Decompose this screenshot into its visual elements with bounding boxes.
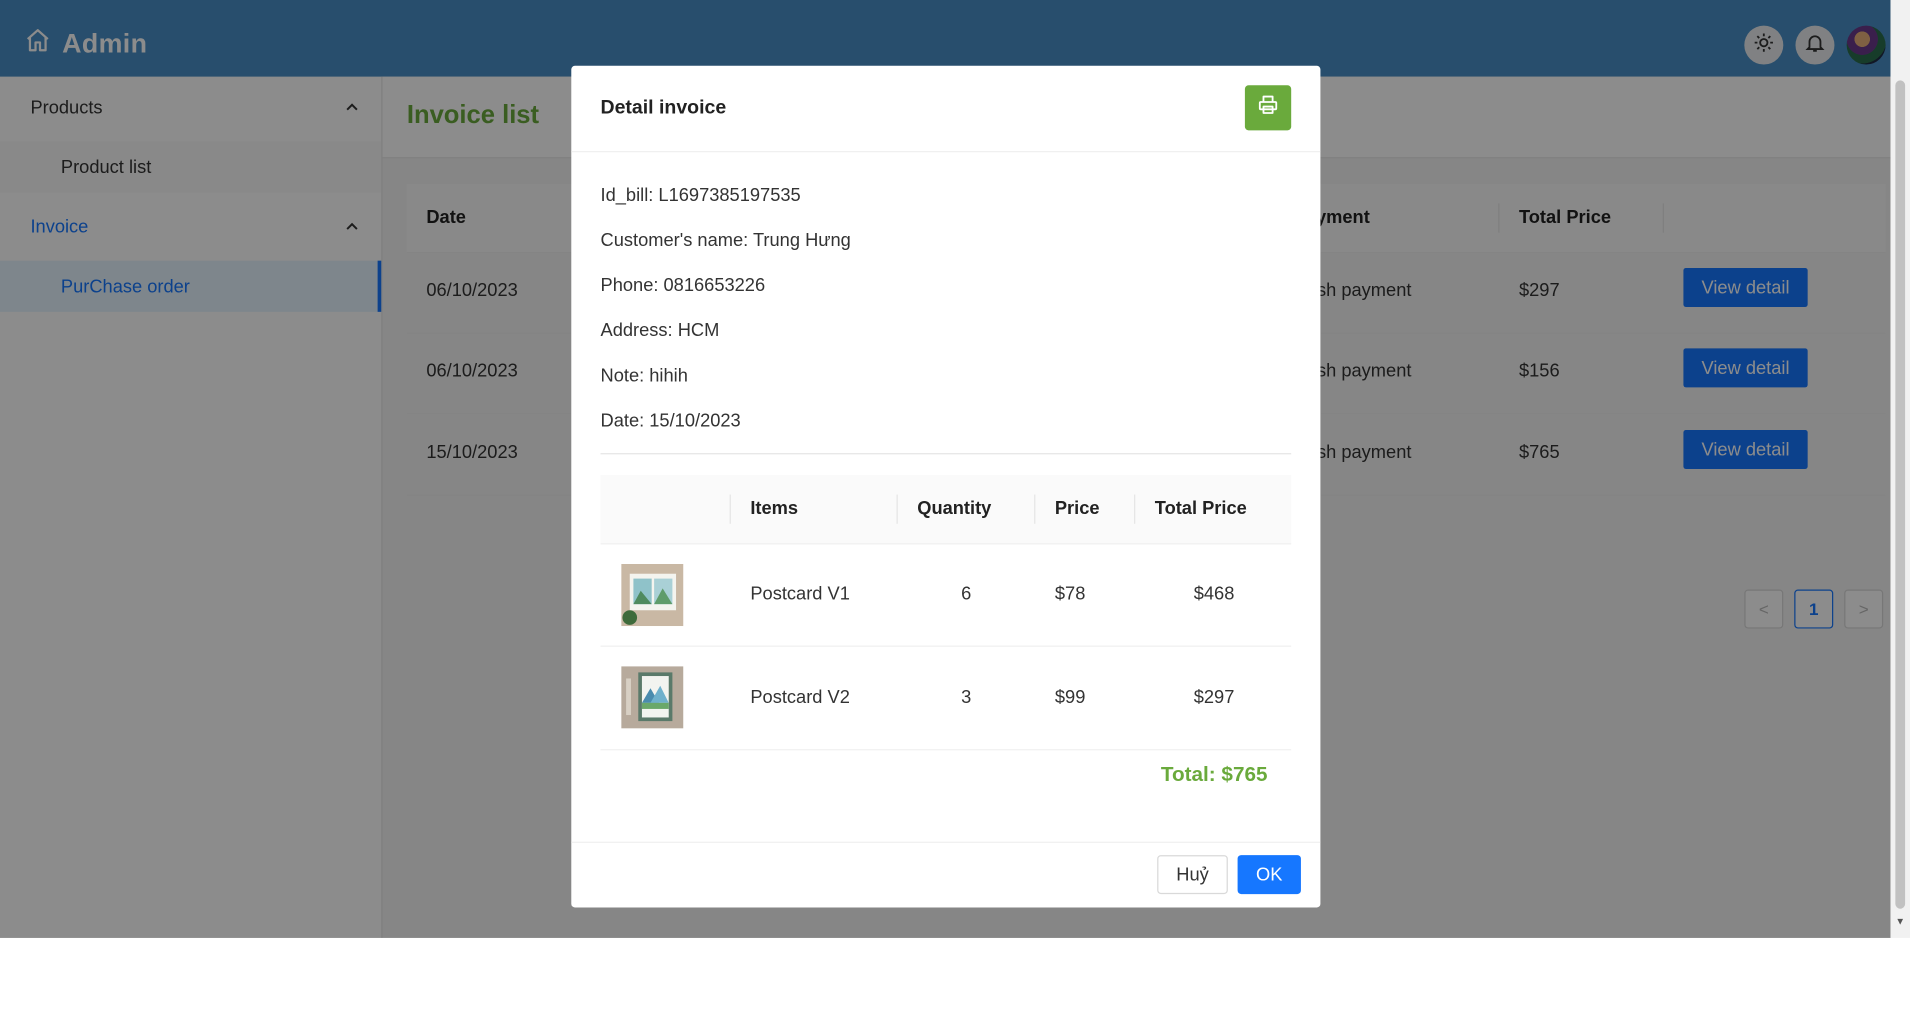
divider [600,453,1292,455]
app-root: Admin Products Product list Invoice PurC… [0,0,1910,1015]
scrollbar-thumb[interactable] [1895,80,1906,909]
customer-address: Address: HCM [600,320,720,342]
item-quantity: 3 [961,687,972,708]
column-header-total: Total Price [1154,498,1247,519]
invoice-date: Date: 15/10/2023 [600,410,741,432]
item-name: Postcard V2 [750,687,850,708]
items-table-header: Items Quantity Price Total Price [600,475,1292,545]
column-divider [729,494,731,524]
item-total: $297 [1193,687,1235,708]
column-header-items: Items [750,498,799,519]
item-row: Postcard V1 6 $78 $468 [600,543,1292,647]
column-divider [1134,494,1136,524]
divider [571,841,1321,843]
product-thumbnail [621,563,684,627]
invoice-total: Total: $765 [1160,762,1268,786]
printer-icon [1257,94,1279,122]
product-thumbnail [621,666,684,729]
item-quantity: 6 [961,583,972,605]
cancel-button[interactable]: Huỷ [1157,855,1228,895]
invoice-note: Note: hihih [600,365,688,387]
column-divider [1034,494,1036,524]
column-header-price: Price [1054,498,1100,519]
column-header-quantity: Quantity [917,498,992,519]
divider [571,151,1321,153]
scrollbar[interactable]: ▲ ▼ [1890,0,1910,938]
item-price: $99 [1054,687,1086,708]
customer-name: Customer's name: Trung Hưng [600,230,851,251]
invoice-id: Id_bill: L1697385197535 [600,185,801,206]
customer-phone: Phone: 0816653226 [600,275,766,296]
item-total: $468 [1193,583,1235,605]
scroll-down-icon[interactable]: ▼ [1895,916,1905,927]
ok-button[interactable]: OK [1237,855,1301,895]
invoice-detail-modal: Detail invoice Id_bill: L1697385197535 C… [571,65,1321,908]
item-name: Postcard V1 [750,583,850,605]
item-price: $78 [1054,583,1086,605]
item-row: Postcard V2 3 $99 $297 [600,647,1292,751]
column-divider [896,494,898,524]
modal-title: Detail invoice [600,97,727,119]
print-button[interactable] [1244,85,1292,131]
